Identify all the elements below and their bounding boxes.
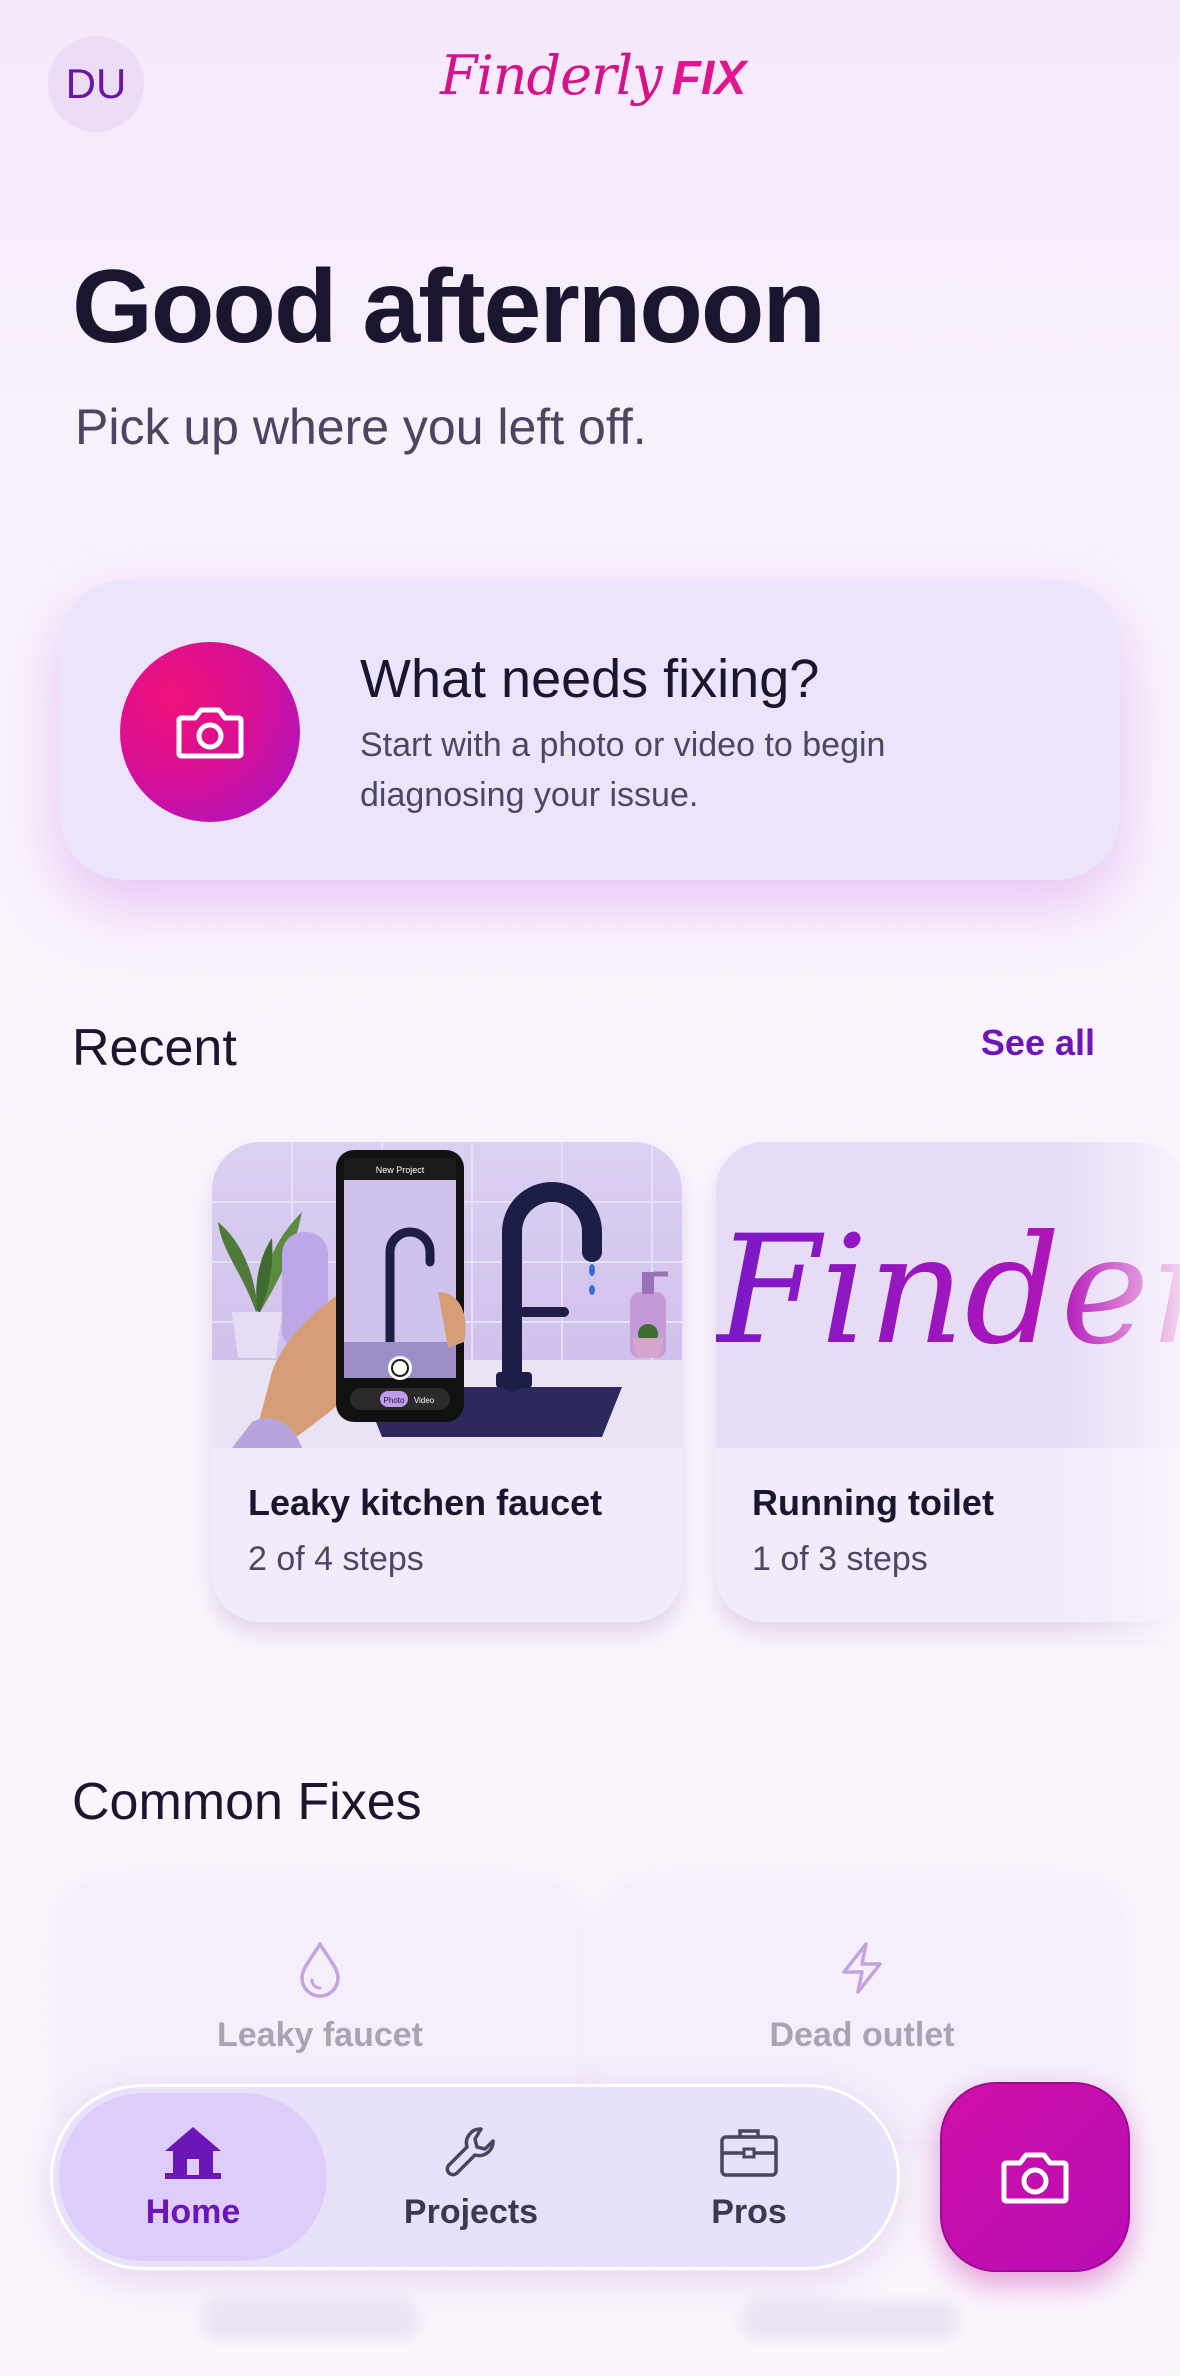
start-fix-card[interactable]: What needs fixing? Start with a photo or… <box>60 580 1120 880</box>
app-logo: Finderly FIX <box>440 44 746 144</box>
droplet-icon <box>300 1942 340 1998</box>
common-fix-label: Dead outlet <box>769 2016 955 2054</box>
phone-header-text: New Project <box>376 1165 425 1175</box>
recent-card-steps: 2 of 4 steps <box>248 1540 424 1578</box>
common-fixes-heading: Common Fixes <box>72 1773 422 1831</box>
logo-fix: FIX <box>671 52 747 105</box>
start-fix-description: Start with a photo or video to begin dia… <box>360 726 886 814</box>
offscreen-ghost <box>200 2300 420 2340</box>
nav-label-pros: Pros <box>711 2193 787 2231</box>
offscreen-ghost <box>740 2300 960 2340</box>
camera-icon <box>1001 2152 1069 2204</box>
nav-item-projects[interactable]: Projects <box>337 2087 605 2267</box>
avatar[interactable]: DU <box>48 36 144 132</box>
common-fix-label: Leaky faucet <box>217 2016 423 2054</box>
page-title: Good afternoon <box>72 249 826 365</box>
wrench-icon <box>445 2127 495 2177</box>
recent-heading: Recent <box>72 1019 237 1077</box>
bottom-nav: Home Projects Pros <box>50 2084 900 2270</box>
start-fix-camera-button[interactable] <box>120 642 300 822</box>
recent-card-title: Running toilet <box>752 1482 994 1523</box>
nav-item-home[interactable]: Home <box>59 2087 327 2267</box>
home-icon <box>165 2127 221 2179</box>
phone-mode-photo: Photo <box>384 1396 405 1405</box>
recent-card-leaky-kitchen-faucet[interactable]: New Project Photo Video Leaky kitchen fa… <box>212 1142 682 1622</box>
camera-icon <box>176 707 244 759</box>
faucet-phone-photo: New Project Photo Video <box>212 1142 682 1448</box>
logo-script: Finderly <box>440 44 663 107</box>
nav-label-projects: Projects <box>403 2193 539 2231</box>
see-all-link[interactable]: See all <box>981 1022 1095 1064</box>
recent-card-title: Leaky kitchen faucet <box>248 1482 603 1523</box>
lightning-icon <box>842 1942 882 1994</box>
briefcase-icon <box>720 2129 778 2177</box>
carousel-fade <box>1060 1140 1180 1640</box>
start-fix-title: What needs fixing? <box>360 649 820 709</box>
camera-fab-button[interactable] <box>940 2082 1130 2272</box>
nav-item-pros[interactable]: Pros <box>615 2087 883 2267</box>
nav-label-home: Home <box>145 2193 241 2231</box>
page-subtitle: Pick up where you left off. <box>75 399 647 455</box>
recent-card-steps: 1 of 3 steps <box>752 1540 928 1578</box>
phone-mode-video: Video <box>414 1396 435 1405</box>
